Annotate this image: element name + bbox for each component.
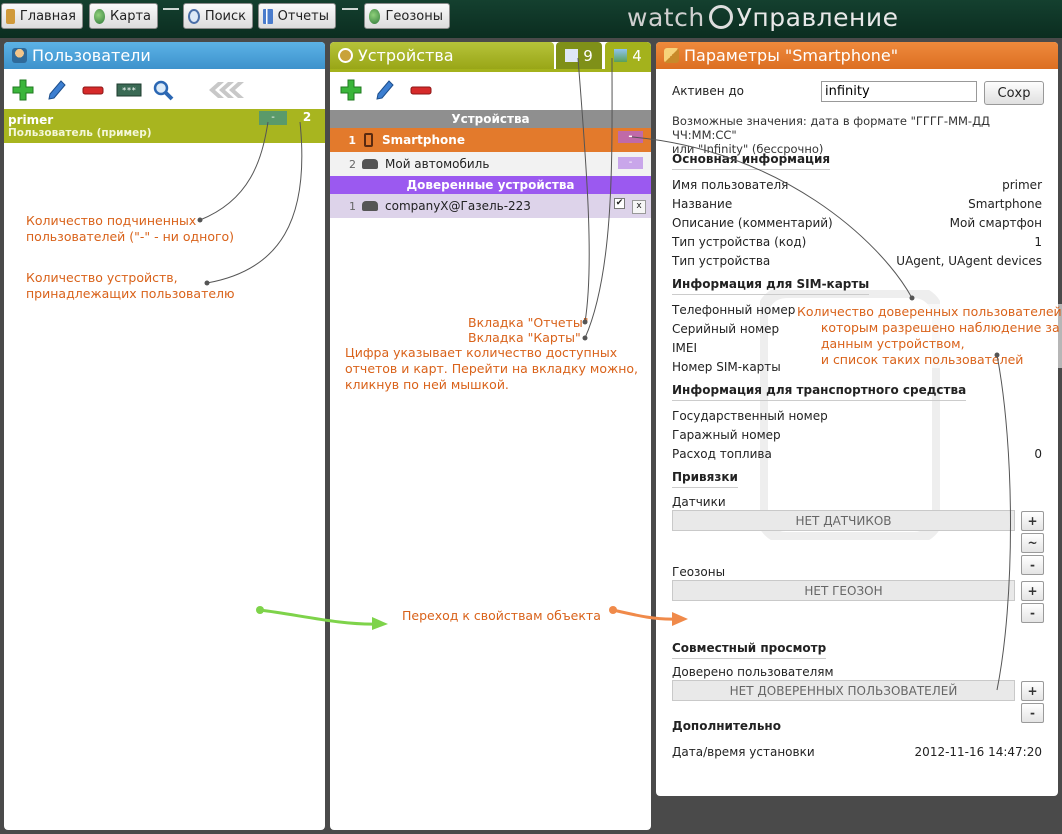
add-icon[interactable] <box>340 79 362 101</box>
param-row: Имя пользователя primer <box>672 177 1042 192</box>
nav-separator <box>163 8 179 10</box>
devices-panel-header[interactable]: Устройства <box>330 42 554 69</box>
devices-toolbar <box>330 69 651 109</box>
date-format-hint: Возможные значения: дата в формате "ГГГГ… <box>672 114 991 156</box>
device-row[interactable]: 1 Smartphone - <box>330 128 651 152</box>
remove-sensor-button[interactable]: - <box>1021 555 1044 575</box>
param-row: Тип устройства (код) 1 <box>672 234 1042 249</box>
sensors-label: Датчики <box>672 495 726 509</box>
users-toolbar: *** <box>4 69 325 109</box>
globe-icon <box>369 8 381 24</box>
param-row: Гаражный номер <box>672 427 781 442</box>
annotation-subordinates: Количество подчиненных пользователей ("-… <box>26 213 235 244</box>
param-row: Тип устройства UAgent, UAgent devices <box>672 253 1042 268</box>
remove-trusted-device-button[interactable]: x <box>632 200 646 214</box>
subordinates-count-badge: - <box>259 111 287 125</box>
trusted-users-count-badge: - <box>618 157 643 169</box>
devices-count-badge: 2 <box>302 110 312 124</box>
nav-map-button[interactable]: Карта <box>89 3 158 29</box>
vehicle-info-title: Информация для транспортного средства <box>672 383 967 401</box>
users-panel: Пользователи *** primer Пользователь (пр… <box>4 42 325 830</box>
password-icon[interactable]: *** <box>116 79 142 101</box>
delete-icon[interactable] <box>82 79 104 101</box>
annotation-goto-props: Переход к свойствам объекта <box>402 608 601 623</box>
active-until-input[interactable] <box>821 81 977 102</box>
add-icon[interactable] <box>12 79 34 101</box>
device-row[interactable]: 2 Мой автомобиль - <box>330 152 651 176</box>
param-row: Описание (комментарий) Мой смартфон <box>672 215 1042 230</box>
install-datetime-row: Дата/время установки 2012-11-16 14:47:20 <box>672 744 1042 759</box>
reports-icon <box>565 49 579 62</box>
annotation-trusted-users: Количество доверенных пользователей, кот… <box>797 304 1062 368</box>
top-navigation-bar: Главная Карта Поиск Отчеты Геозоны watch… <box>0 0 1062 38</box>
nav-home-button[interactable]: Главная <box>1 3 83 29</box>
annotation-reports-tab: Вкладка "Отчеты" <box>468 315 589 330</box>
trusted-users-label: Доверено пользователям <box>672 665 834 679</box>
car-icon <box>362 159 378 169</box>
edit-sensor-button[interactable]: ~ <box>1021 533 1044 553</box>
geozones-label: Геозоны <box>672 565 726 579</box>
active-until-label: Активен до <box>672 84 744 98</box>
edit-pencil-icon[interactable] <box>374 79 396 101</box>
user-icon <box>12 48 27 63</box>
param-row: Расход топлива 0 <box>672 446 1042 461</box>
sensors-list: НЕТ ДАТЧИКОВ <box>672 510 1015 531</box>
param-row: Государственный номер <box>672 408 828 423</box>
remove-trusted-user-button[interactable]: - <box>1021 703 1044 723</box>
smartphone-icon <box>364 133 373 147</box>
users-panel-header: Пользователи <box>4 42 325 69</box>
nav-reports-button[interactable]: Отчеты <box>258 3 336 29</box>
search-icon[interactable] <box>152 79 174 101</box>
pencil-icon <box>664 48 679 63</box>
brand-logo: watch Управление <box>627 3 899 32</box>
remove-geozone-button[interactable]: - <box>1021 603 1044 623</box>
signal-tower-icon <box>338 48 353 63</box>
trusted-devices-section-header: Доверенные устройства <box>330 176 651 194</box>
param-row: Название Smartphone <box>672 196 1042 211</box>
shared-view-title: Совместный просмотр <box>672 641 827 659</box>
signpost-icon <box>6 8 15 24</box>
annotation-devices-count: Количество устройств, принадлежащих поль… <box>26 270 235 301</box>
collapse-arrows-icon[interactable] <box>204 79 244 101</box>
svg-text:***: *** <box>122 86 137 95</box>
add-trusted-user-button[interactable]: + <box>1021 681 1044 701</box>
eye-logo-icon <box>708 5 733 29</box>
add-sensor-button[interactable]: + <box>1021 511 1044 531</box>
trusted-users-count-badge: - <box>618 131 643 143</box>
extra-title: Дополнительно <box>672 719 781 733</box>
basic-info-title: Основная информация <box>672 152 831 170</box>
nav-search-button[interactable]: Поиск <box>183 3 253 29</box>
trusted-device-row[interactable]: 1 companyX@Газель-223 ✔ x <box>330 194 651 218</box>
annotation-tabs-hint: Цифра указывает количество доступных отч… <box>345 345 639 392</box>
nav-separator <box>342 8 358 10</box>
params-panel-header: Параметры "Smartphone" <box>656 42 1058 69</box>
user-row[interactable]: primer Пользователь (пример) - 2 <box>4 109 325 143</box>
map-icon <box>614 49 628 62</box>
trusted-device-checkbox[interactable]: ✔ <box>614 198 625 209</box>
magnifier-icon <box>188 8 200 24</box>
save-button[interactable]: Сохр <box>984 81 1044 105</box>
devices-panel: Устройства 9 4 Устройства 1 Smartphone -… <box>330 42 651 830</box>
annotation-maps-tab: Вкладка "Карты" <box>468 330 581 345</box>
devices-section-header: Устройства <box>330 110 651 128</box>
edit-pencil-icon[interactable] <box>46 79 68 101</box>
trusted-users-list: НЕТ ДОВЕРЕННЫХ ПОЛЬЗОВАТЕЛЕЙ <box>672 680 1015 701</box>
tab-maps[interactable]: 4 <box>605 42 651 69</box>
tab-reports[interactable]: 9 <box>556 42 602 69</box>
sim-info-title: Информация для SIM-карты <box>672 277 870 295</box>
nav-geozones-button[interactable]: Геозоны <box>364 3 450 29</box>
geozones-list: НЕТ ГЕОЗОН <box>672 580 1015 601</box>
report-icon <box>263 8 273 24</box>
globe-icon <box>94 8 105 24</box>
params-panel: Параметры "Smartphone" Активен до Сохр В… <box>656 42 1058 796</box>
car-icon <box>362 201 378 211</box>
delete-icon[interactable] <box>410 79 432 101</box>
bindings-title: Привязки <box>672 470 738 488</box>
add-geozone-button[interactable]: + <box>1021 581 1044 601</box>
